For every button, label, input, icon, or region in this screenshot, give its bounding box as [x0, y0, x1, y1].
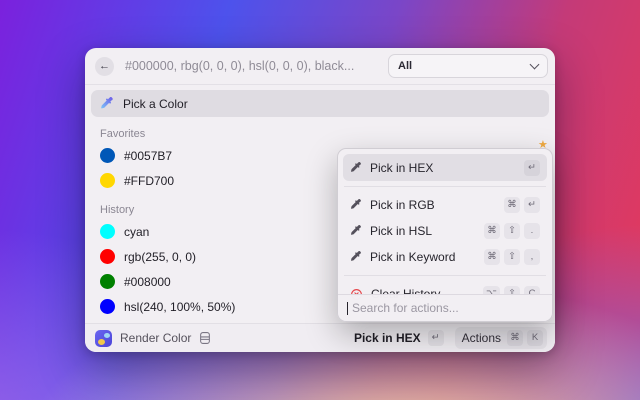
search-input[interactable]	[123, 58, 388, 74]
render-color-app-icon	[95, 330, 112, 347]
palette-dot	[98, 339, 105, 345]
palette-dot	[104, 333, 110, 338]
eyedropper-icon	[100, 97, 114, 111]
command-key-badge: ⌘	[484, 249, 500, 265]
action-pick-in-keyword[interactable]: Pick in Keyword ⌘ ⇧ ,	[343, 244, 547, 270]
action-pick-in-rgb[interactable]: Pick in RGB ⌘ ↵	[343, 192, 547, 218]
eyedropper-icon	[350, 251, 362, 263]
command-key-badge: ⌘	[484, 223, 500, 239]
return-key-badge: ↵	[428, 330, 444, 346]
color-swatch	[100, 299, 115, 314]
actions-panel: Pick in HEX ↵ Pick in RGB ⌘ ↵ Pick in HS…	[337, 148, 553, 322]
action-pick-in-hex[interactable]: Pick in HEX ↵	[343, 154, 547, 181]
color-label: cyan	[124, 225, 149, 239]
printer-icon	[198, 331, 212, 345]
color-label: #FFD700	[124, 174, 174, 188]
return-key-badge: ↵	[524, 160, 540, 176]
color-swatch	[100, 274, 115, 289]
panel-divider	[344, 275, 546, 276]
color-label: hsl(240, 100%, 50%)	[124, 300, 235, 314]
pick-a-color-row[interactable]: Pick a Color	[91, 90, 549, 117]
eyedropper-icon	[350, 162, 362, 174]
footer-actions: Pick in HEX ↵ Actions ⌘ K	[354, 327, 547, 349]
app-name-label: Render Color	[120, 331, 191, 345]
actions-search-bar	[338, 294, 552, 321]
actions-search-input[interactable]	[350, 300, 543, 316]
command-key-badge: ⌘	[507, 330, 523, 346]
color-label: #0057B7	[124, 149, 172, 163]
shift-key-badge: ⇧	[504, 223, 520, 239]
color-swatch	[100, 249, 115, 264]
shift-key-badge: ⇧	[504, 249, 520, 265]
actions-button-label: Actions	[462, 331, 501, 345]
color-swatch	[100, 173, 115, 188]
color-swatch	[100, 224, 115, 239]
action-label: Pick in HEX	[370, 161, 520, 175]
text-caret	[347, 302, 348, 315]
action-label: Pick in Keyword	[370, 250, 480, 264]
return-key-badge: ↵	[524, 197, 540, 213]
eyedropper-icon	[350, 199, 362, 211]
comma-key-badge: ,	[524, 249, 540, 265]
color-swatch	[100, 148, 115, 163]
filter-dropdown[interactable]: All	[388, 54, 548, 78]
back-arrow-icon: ←	[99, 60, 110, 72]
chevron-down-icon	[530, 59, 540, 69]
color-label: #008000	[124, 275, 171, 289]
actions-button[interactable]: Actions ⌘ K	[455, 327, 547, 349]
section-title-favorites: Favorites	[100, 128, 549, 140]
footer: Render Color Pick in HEX ↵ Actions ⌘ K	[85, 323, 555, 352]
back-button[interactable]: ←	[95, 57, 114, 76]
action-label: Pick in RGB	[370, 198, 500, 212]
eyedropper-icon	[350, 225, 362, 237]
command-key-badge: ⌘	[504, 197, 520, 213]
header: ← All	[85, 48, 555, 85]
panel-divider	[344, 186, 546, 187]
action-label: Pick in HSL	[370, 224, 480, 238]
filter-dropdown-value: All	[398, 60, 531, 72]
action-pick-in-hsl[interactable]: Pick in HSL ⌘ ⇧ .	[343, 218, 547, 244]
launcher-window: ← All Pick a Color Favorites #0057B7 #FF…	[85, 48, 555, 352]
pick-a-color-label: Pick a Color	[123, 97, 188, 111]
k-key-badge: K	[527, 330, 543, 346]
primary-action-label[interactable]: Pick in HEX	[354, 331, 421, 345]
period-key-badge: .	[524, 223, 540, 239]
color-label: rgb(255, 0, 0)	[124, 250, 196, 264]
